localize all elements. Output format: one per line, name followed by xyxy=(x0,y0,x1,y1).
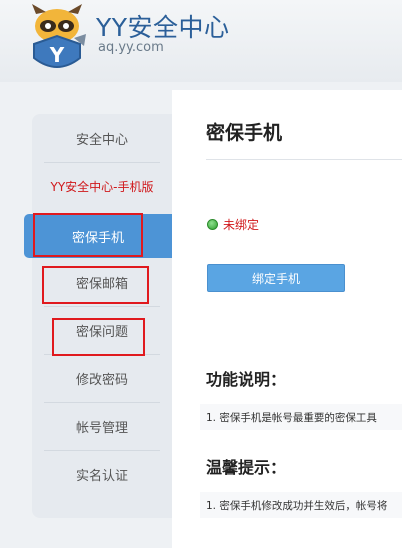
sidebar-item-account-management[interactable]: 帐号管理 xyxy=(32,402,172,450)
annotation-box-phone xyxy=(33,213,143,257)
annotation-box-email xyxy=(42,266,149,304)
yy-logo-icon[interactable]: Y xyxy=(24,4,90,76)
svg-text:Y: Y xyxy=(49,43,65,67)
sidebar-item-mobile-version[interactable]: YY安全中心-手机版 xyxy=(32,162,172,210)
brand-url: aq.yy.com xyxy=(98,40,164,55)
title-divider xyxy=(206,159,402,160)
brand-title: YY安全中心 xyxy=(96,13,230,42)
bind-phone-button[interactable]: 绑定手机 xyxy=(207,264,345,292)
status-dot-icon xyxy=(207,219,218,230)
page-title: 密保手机 xyxy=(206,122,283,144)
tips-text: 1. 密保手机修改成功并生效后，帐号将 xyxy=(206,500,388,512)
tips-title: 温馨提示： xyxy=(206,458,287,477)
header: Y YY安全中心 aq.yy.com xyxy=(0,0,402,82)
bind-status: 未绑定 xyxy=(223,218,260,232)
sidebar-item-change-password[interactable]: 修改密码 xyxy=(32,354,172,402)
function-title: 功能说明： xyxy=(206,370,287,389)
sidebar-item-security-center[interactable]: 安全中心 xyxy=(32,114,172,162)
annotation-box-question xyxy=(52,318,145,356)
function-text: 1. 密保手机是帐号最重要的密保工具 xyxy=(206,412,377,424)
sidebar-item-real-name[interactable]: 实名认证 xyxy=(32,450,172,498)
